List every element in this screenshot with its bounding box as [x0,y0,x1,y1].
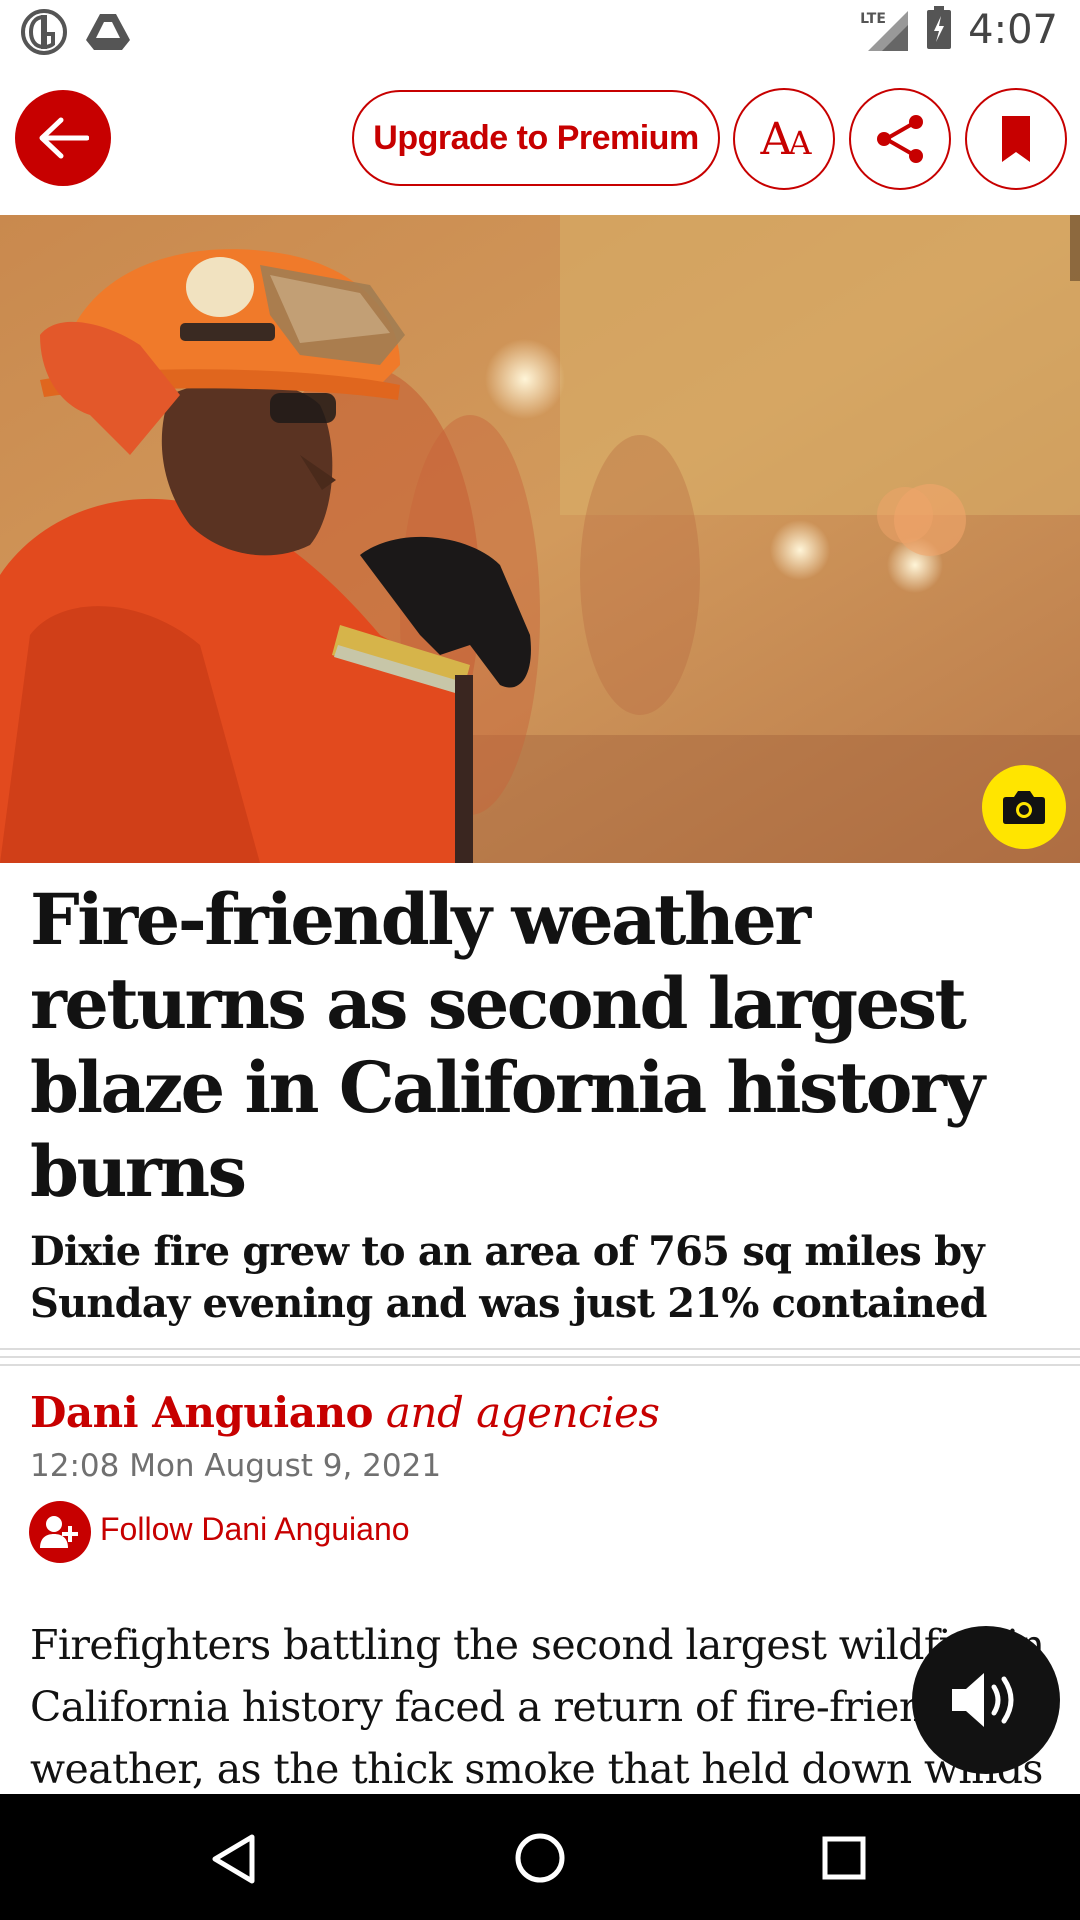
image-caption-button[interactable] [982,765,1066,849]
text-size-big-letter: A [760,113,793,165]
article-standfirst: Dixie fire grew to an area of 765 sq mil… [30,1228,987,1327]
byline-agencies: and agencies [385,1388,660,1437]
share-icon [877,115,923,163]
clock: 4:07 [968,7,1058,53]
nav-back-button[interactable] [212,1834,256,1888]
camera-icon [1003,791,1045,824]
add-person-icon [40,1516,78,1548]
text-size-button[interactable]: AA [733,88,835,190]
battery-icon [926,6,952,54]
status-bar-notifications [20,8,130,60]
byline: Dani Anguiano and agencies [30,1388,660,1437]
share-button[interactable] [849,88,951,190]
section-divider [0,1348,1080,1372]
signal-icon: LTE [860,7,910,53]
back-button[interactable] [15,90,111,186]
bookmark-icon [1002,116,1030,162]
status-bar-system: LTE 4:07 [860,6,1058,54]
follow-author-button[interactable] [29,1501,91,1563]
nav-recents-button[interactable] [822,1836,866,1884]
follow-author-label[interactable]: Follow Dani Anguiano [100,1511,410,1548]
nav-recents-icon [822,1836,866,1880]
guardian-g-icon [20,8,68,60]
speaker-icon [952,1673,1014,1727]
byline-author-link[interactable]: Dani Anguiano [30,1388,374,1437]
scrollbar-thumb[interactable] [1070,215,1080,281]
article-dateline: 12:08 Mon August 9, 2021 [30,1448,442,1484]
upgrade-premium-button[interactable]: Upgrade to Premium [352,90,720,186]
hero-image-firefighter[interactable] [0,215,1080,863]
listen-audio-button[interactable] [912,1626,1060,1774]
nav-home-button[interactable] [514,1832,566,1888]
text-size-icon: AA [760,113,812,165]
arrow-left-icon [39,117,89,159]
nav-back-icon [212,1834,255,1884]
network-type-label: LTE [860,11,886,27]
drive-icon [86,12,130,56]
text-size-small-letter: A [788,123,811,162]
nav-home-icon [515,1833,565,1883]
bookmark-button[interactable] [965,88,1067,190]
article-headline: Fire-friendly weather returns as second … [30,878,985,1213]
